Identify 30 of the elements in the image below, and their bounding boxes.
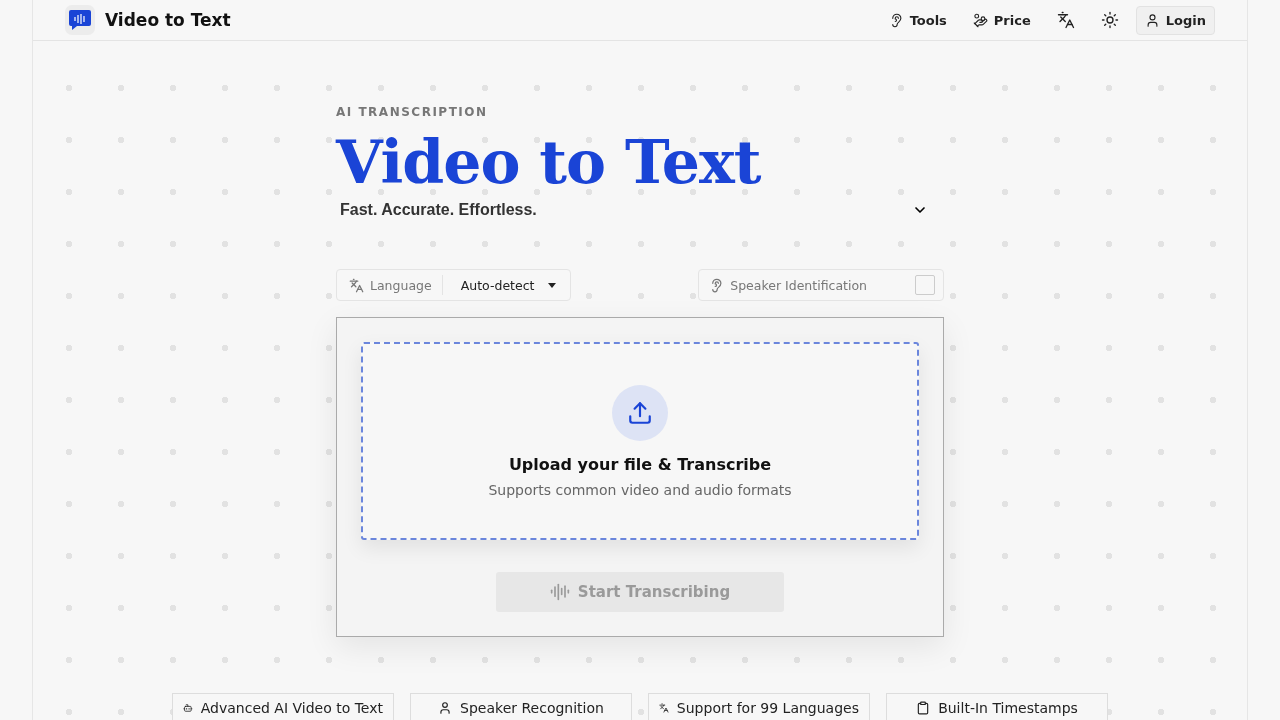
translate-icon	[349, 277, 364, 293]
eyebrow-text: AI TRANSCRIPTION	[336, 105, 489, 119]
robot-icon	[183, 701, 193, 715]
tools-nav-button[interactable]: Tools	[879, 5, 956, 35]
clipboard-icon	[916, 701, 931, 715]
translate-icon	[659, 701, 669, 715]
translate-icon	[1056, 11, 1075, 29]
upload-title: Upload your file & Transcribe	[508, 454, 772, 474]
sun-icon	[1100, 11, 1119, 29]
brand-name: Video to Text	[105, 10, 231, 30]
language-label: Language	[337, 275, 443, 295]
login-nav-button[interactable]: Login	[1135, 5, 1215, 35]
feature-tag: Advanced AI Video to Text	[172, 693, 394, 720]
subtitle-toggle[interactable]: Fast. Accurate. Effortless.	[336, 201, 944, 219]
feature-tag: Built-In Timestamps	[886, 693, 1108, 720]
hero-title: Video to Text	[336, 127, 762, 197]
caret-icon	[548, 282, 557, 288]
language-dropdown[interactable]: Auto-detect	[442, 277, 571, 293]
logo-icon	[65, 5, 95, 35]
hand-coins-icon	[972, 12, 988, 28]
speaker-checkbox[interactable]	[915, 275, 935, 295]
speaker-label: Speaker Identification	[699, 277, 915, 293]
feature-tag: Speaker Recognition	[410, 693, 632, 720]
user-icon	[438, 701, 453, 715]
feature-tag: Support for 99 Languages	[648, 693, 870, 720]
price-nav-button[interactable]: Price	[963, 5, 1040, 35]
user-icon	[1144, 12, 1160, 28]
waveform-icon	[549, 582, 570, 603]
upload-hint: Supports common video and audio formats	[488, 481, 792, 498]
upload-dropzone[interactable]: Upload your file & Transcribe Supports common video and audio formats	[361, 342, 919, 541]
